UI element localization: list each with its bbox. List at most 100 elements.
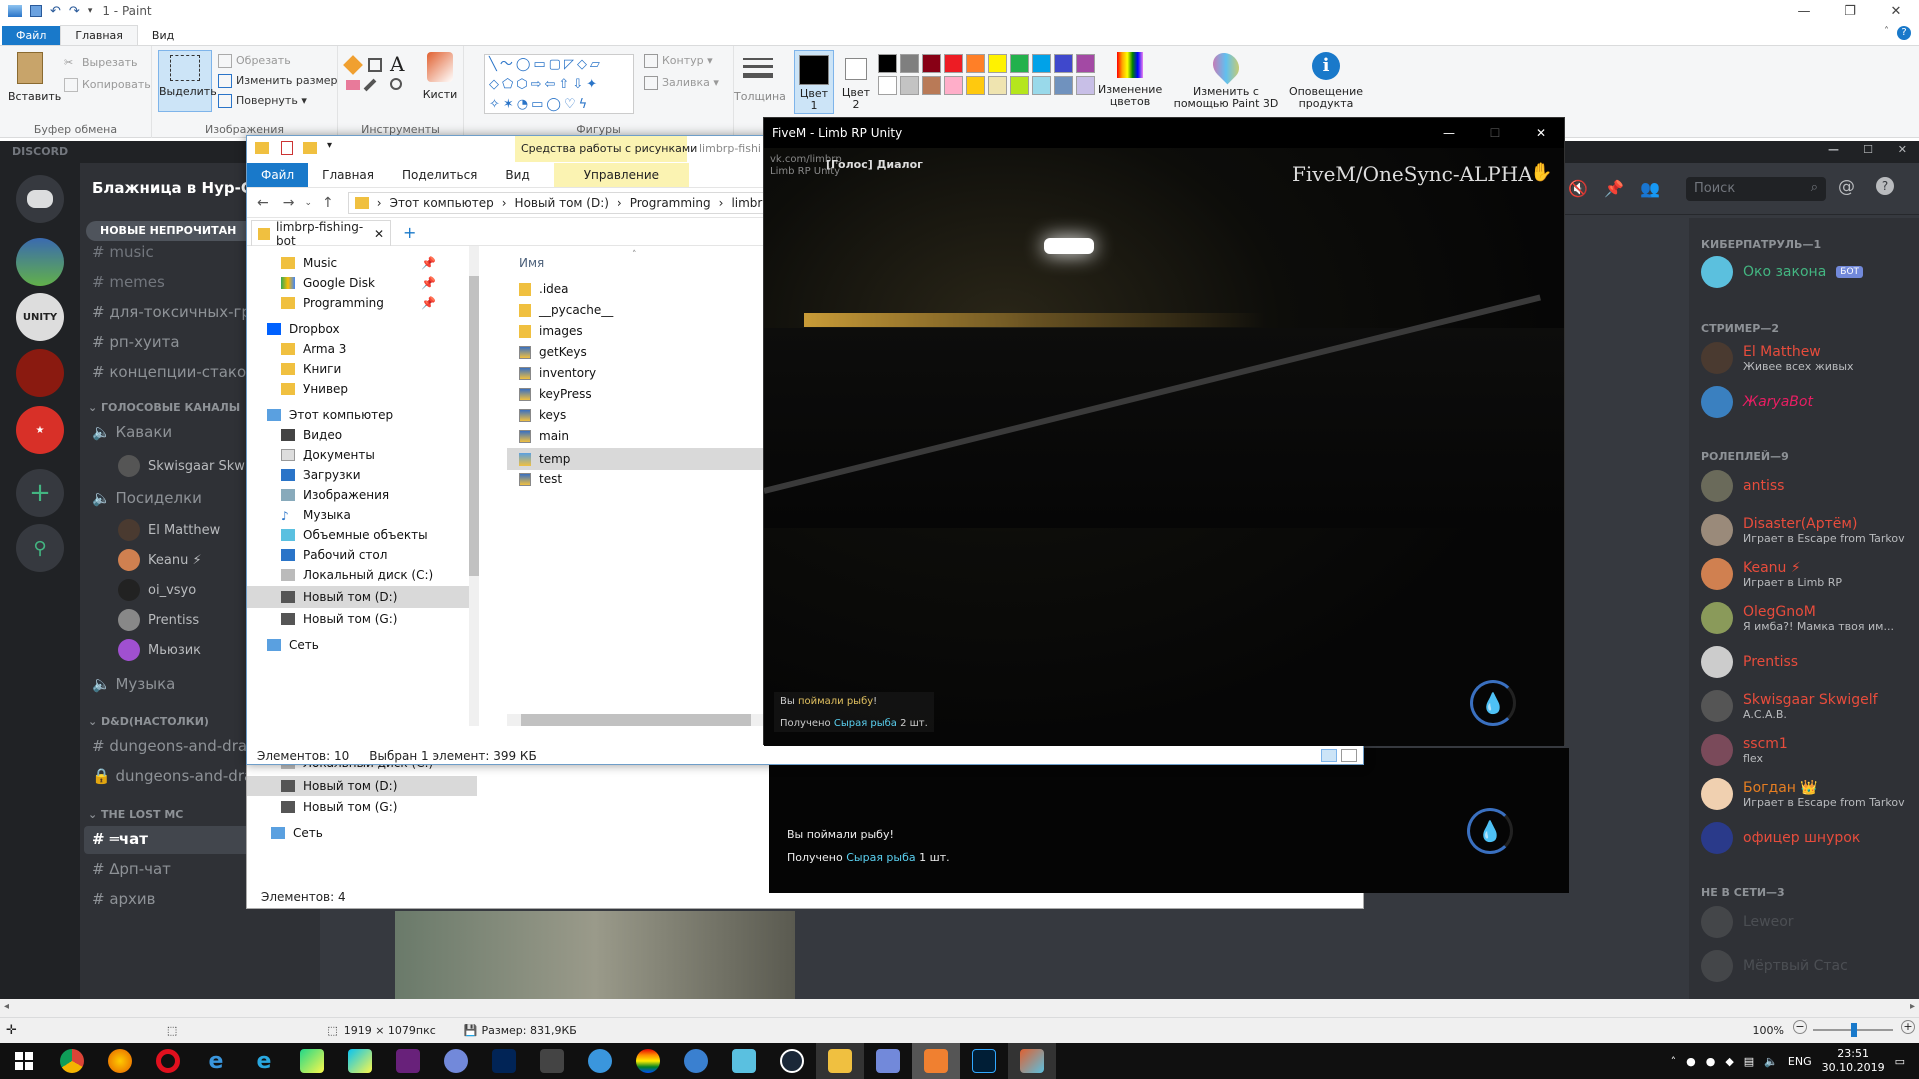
taskbar-app[interactable] xyxy=(720,1043,768,1079)
taskbar-explorer[interactable] xyxy=(816,1043,864,1079)
pencil-icon[interactable] xyxy=(343,55,363,75)
fill-icon[interactable] xyxy=(368,58,382,72)
crop-button[interactable]: Обрезать xyxy=(218,54,291,68)
explorer-tab[interactable]: limbrp-fishing-bot ✕ xyxy=(251,220,391,248)
channel-dnd-1[interactable]: # dungeons-and-drag xyxy=(92,737,257,755)
help-icon[interactable]: ? xyxy=(1876,177,1894,195)
palette-swatch[interactable] xyxy=(1010,76,1029,95)
paint-horizontal-scrollbar[interactable]: ◂ ▸ xyxy=(0,999,1919,1017)
palette-swatch[interactable] xyxy=(1076,76,1095,95)
close-tab-icon[interactable]: ✕ xyxy=(374,227,384,241)
nav-item[interactable]: Google Disk 📌 xyxy=(281,276,436,290)
member-item[interactable]: El Matthew Живее всех живых xyxy=(1701,342,1854,374)
tab-share[interactable]: Поделиться xyxy=(388,168,491,182)
tray-network-icon[interactable]: ▤ xyxy=(1744,1055,1754,1068)
nav-item[interactable]: Локальный диск (C:) xyxy=(281,568,433,582)
minimize-button[interactable]: — xyxy=(1781,0,1827,22)
text-icon[interactable]: A xyxy=(390,52,404,76)
tab-home[interactable]: Главная xyxy=(308,168,388,182)
members-icon[interactable]: 👥 xyxy=(1640,179,1660,198)
server-redstar-icon[interactable]: ★ xyxy=(16,406,64,454)
select-button[interactable]: Выделить xyxy=(158,50,217,112)
member-item[interactable]: Leweor xyxy=(1701,906,1794,938)
category-lostmc[interactable]: ⌄ THE LOST MC xyxy=(88,808,183,821)
taskbar-paint[interactable] xyxy=(1008,1043,1056,1079)
member-item[interactable]: Око закона БОТ xyxy=(1701,256,1864,288)
zoom-slider[interactable] xyxy=(1813,1023,1893,1037)
copy-button[interactable]: Копировать xyxy=(64,78,151,92)
palette-swatch[interactable] xyxy=(1054,54,1073,73)
file-item[interactable]: images xyxy=(519,324,583,338)
tray-discord-icon[interactable]: ● xyxy=(1686,1055,1696,1068)
color-picker-icon[interactable] xyxy=(363,78,377,92)
file-item[interactable]: main xyxy=(519,429,569,443)
tab-file[interactable]: Файл xyxy=(2,26,61,45)
mention-icon[interactable]: @ xyxy=(1838,177,1855,197)
member-item[interactable]: ЖaryaBot xyxy=(1701,386,1813,418)
explore-servers-icon[interactable]: ⚲ xyxy=(16,524,64,572)
thumbnails-view-icon[interactable] xyxy=(1341,749,1357,762)
paint3d-button[interactable]: Изменить с помощью Paint 3D xyxy=(1172,47,1280,110)
palette-swatch[interactable] xyxy=(966,54,985,73)
horizontal-scrollbar[interactable] xyxy=(507,714,767,726)
zoom-out-button[interactable]: − xyxy=(1793,1020,1807,1034)
file-item[interactable]: test xyxy=(519,472,562,486)
outline-button[interactable]: Контур ▾ xyxy=(644,54,713,68)
tab-view[interactable]: Вид xyxy=(491,168,543,182)
discord-minimize-button[interactable]: — xyxy=(1828,143,1839,156)
nav-item[interactable]: Arma 3 xyxy=(281,342,346,356)
customize-qa-icon[interactable]: ▾ xyxy=(88,6,93,16)
palette-swatch[interactable] xyxy=(1054,76,1073,95)
scroll-right-icon[interactable]: ▸ xyxy=(1910,1001,1915,1012)
nav-item[interactable]: Документы xyxy=(281,448,375,462)
close-button[interactable]: ✕ xyxy=(1518,118,1564,148)
palette-swatch[interactable] xyxy=(922,76,941,95)
pin-icon[interactable]: 📌 xyxy=(421,256,436,270)
nav-item[interactable]: Сеть xyxy=(267,638,319,652)
taskbar-terminal[interactable] xyxy=(480,1043,528,1079)
taskbar-steam[interactable] xyxy=(768,1043,816,1079)
taskbar-vs[interactable] xyxy=(384,1043,432,1079)
edit-colors-button[interactable]: Изменение цветов xyxy=(1098,52,1162,108)
maximize-button[interactable]: ☐ xyxy=(1472,118,1518,148)
taskbar-qbittorrent[interactable] xyxy=(672,1043,720,1079)
taskbar-firefox[interactable] xyxy=(96,1043,144,1079)
nav-item[interactable]: Dropbox xyxy=(267,322,340,336)
member-item[interactable]: Богдан 👑 Играет в Escape from Tarkov xyxy=(1701,778,1905,810)
notifications-icon[interactable]: ▭ xyxy=(1895,1055,1905,1068)
taskbar-chrome[interactable] xyxy=(48,1043,96,1079)
tab-manage[interactable]: Управление xyxy=(553,162,690,187)
palette-swatch[interactable] xyxy=(1010,54,1029,73)
new-tab-icon[interactable]: + xyxy=(403,223,416,242)
member-item[interactable]: OlegGnoM Я имба?! Мамка твоя им... xyxy=(1701,602,1894,634)
channel-rp[interactable]: # рп-хуита xyxy=(92,333,180,351)
search-input[interactable]: Поиск ⌕ xyxy=(1686,177,1826,201)
notify-button[interactable]: i Оповещение продукта xyxy=(1286,52,1366,110)
voice-user[interactable]: oi_vsyo xyxy=(118,579,196,601)
nav-item[interactable]: Новый том (D:) xyxy=(247,776,477,796)
tray-volume-icon[interactable]: 🔈 xyxy=(1764,1055,1778,1068)
palette-swatch[interactable] xyxy=(1032,54,1051,73)
taskbar-fivem[interactable] xyxy=(912,1043,960,1079)
game-view[interactable]: vk.com/limbrp Limb RP Unity [Голос] Диал… xyxy=(764,148,1564,746)
maximize-button[interactable]: ❐ xyxy=(1827,0,1873,22)
shapes-gallery[interactable]: ╲〜◯▭▢◸◇▱ ◇⬠⬡⇨⇦⇧⇩✦ ✧✶◔▭◯♡ϟ xyxy=(484,54,634,114)
category-dnd[interactable]: ⌄ D&D(НАСТОЛКИ) xyxy=(88,715,209,728)
palette-swatch[interactable] xyxy=(1076,54,1095,73)
nav-item[interactable]: Универ xyxy=(281,382,348,396)
palette-swatch[interactable] xyxy=(1032,76,1051,95)
palette-swatch[interactable] xyxy=(988,54,1007,73)
save-icon[interactable] xyxy=(30,5,42,17)
palette-swatch[interactable] xyxy=(922,54,941,73)
taskbar-edge[interactable]: e xyxy=(192,1043,240,1079)
voice-user[interactable]: Prentiss xyxy=(118,609,199,631)
up-icon[interactable]: ↑ xyxy=(322,195,334,211)
tab-home[interactable]: Главная xyxy=(60,25,138,45)
channel-memes[interactable]: # memes xyxy=(92,273,165,291)
nav-item[interactable]: Загрузки xyxy=(281,468,361,482)
paste-button[interactable]: Вставить xyxy=(8,52,61,103)
color2-button[interactable]: Цвет 2 xyxy=(838,50,874,114)
channel-dnd-2[interactable]: 🔒 dungeons-and-drag xyxy=(92,767,263,785)
palette-swatch[interactable] xyxy=(944,76,963,95)
voice-channel-posidelki[interactable]: 🔈 Посиделки xyxy=(92,489,202,507)
